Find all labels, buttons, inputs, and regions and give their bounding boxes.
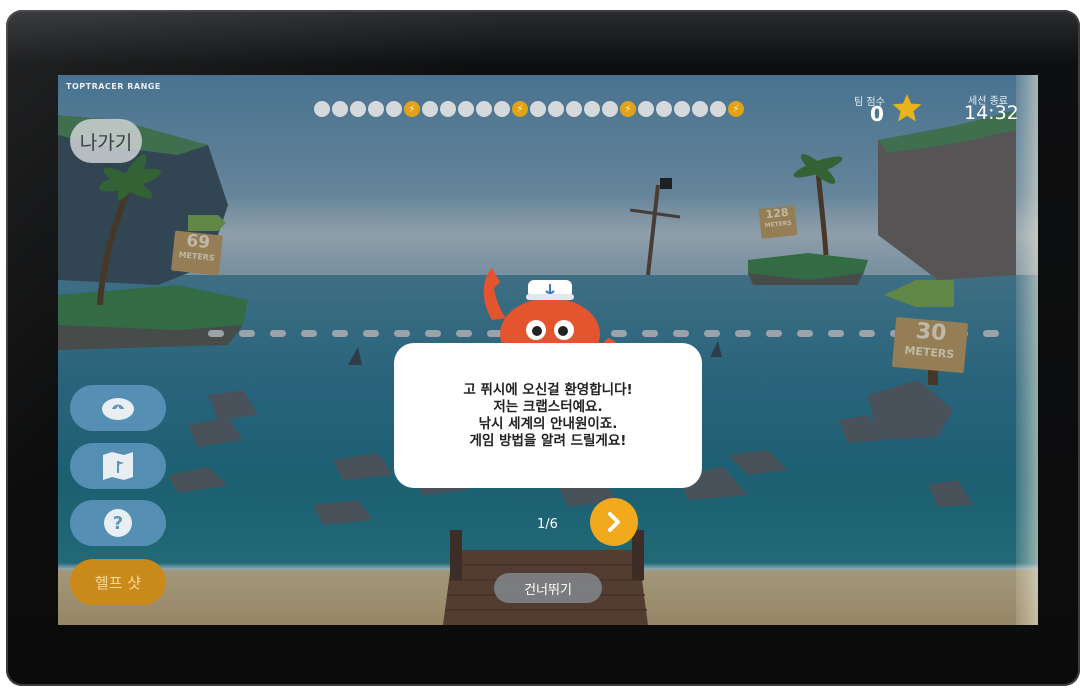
- progress-dot: [656, 101, 672, 117]
- progress-dot: [548, 101, 564, 117]
- bag-icon: [102, 398, 134, 420]
- brand-logo: TOPTRACER RANGE: [66, 82, 161, 91]
- progress-bolt-dot: ⚡: [512, 101, 528, 117]
- skip-button[interactable]: 건너뛰기: [494, 573, 602, 603]
- progress-dot: [314, 101, 330, 117]
- dialog-line-2: 저는 크랩스터예요.: [493, 398, 603, 415]
- progress-dot: [638, 101, 654, 117]
- score-value: 0: [870, 102, 884, 126]
- progress-bolt-dot: ⚡: [728, 101, 744, 117]
- star-icon: [892, 94, 922, 122]
- svg-text:?: ?: [113, 513, 123, 534]
- progress-dot: [476, 101, 492, 117]
- next-button[interactable]: [590, 498, 638, 546]
- progress-dot: [692, 101, 708, 117]
- progress-dot: [440, 101, 456, 117]
- progress-dot: [494, 101, 510, 117]
- page-indicator: 1/6: [537, 517, 558, 532]
- question-button[interactable]: ?: [70, 500, 166, 546]
- progress-dot: [350, 101, 366, 117]
- progress-bolt-dot: ⚡: [404, 101, 420, 117]
- screen-edge: [1016, 75, 1038, 625]
- progress-dot: [602, 101, 618, 117]
- progress-dot: [584, 101, 600, 117]
- progress-dot: [566, 101, 582, 117]
- progress-dot: [710, 101, 726, 117]
- dialog-line-4: 게임 방법을 알려 드릴게요!: [469, 432, 627, 449]
- exit-button[interactable]: 나가기: [70, 119, 142, 163]
- map-icon: [103, 452, 133, 480]
- game-screen: 69 METERS 128 METERS 30 METERS TOPTRACER…: [58, 75, 1038, 625]
- bag-button[interactable]: [70, 385, 166, 431]
- progress-dot: [368, 101, 384, 117]
- progress-dot: [674, 101, 690, 117]
- session-end-time: 14:32: [964, 102, 1019, 124]
- progress-dot: [332, 101, 348, 117]
- chevron-right-icon: [608, 512, 620, 532]
- progress-bolt-dot: ⚡: [620, 101, 636, 117]
- progress-dot: [530, 101, 546, 117]
- help-shot-button[interactable]: 헬프 샷: [70, 559, 166, 605]
- progress-dots: ⚡ ⚡ ⚡ ⚡: [314, 101, 744, 117]
- progress-dot: [386, 101, 402, 117]
- progress-dot: [458, 101, 474, 117]
- dialog-line-1: 고 퓌시에 오신걸 환영합니다!: [463, 381, 633, 398]
- question-icon: ?: [104, 509, 132, 537]
- dialog-line-3: 낚시 세계의 안내원이죠.: [478, 415, 618, 432]
- map-button[interactable]: [70, 443, 166, 489]
- progress-dot: [422, 101, 438, 117]
- welcome-dialog: 고 퓌시에 오신걸 환영합니다! 저는 크랩스터예요. 낚시 세계의 안내원이죠…: [394, 343, 702, 488]
